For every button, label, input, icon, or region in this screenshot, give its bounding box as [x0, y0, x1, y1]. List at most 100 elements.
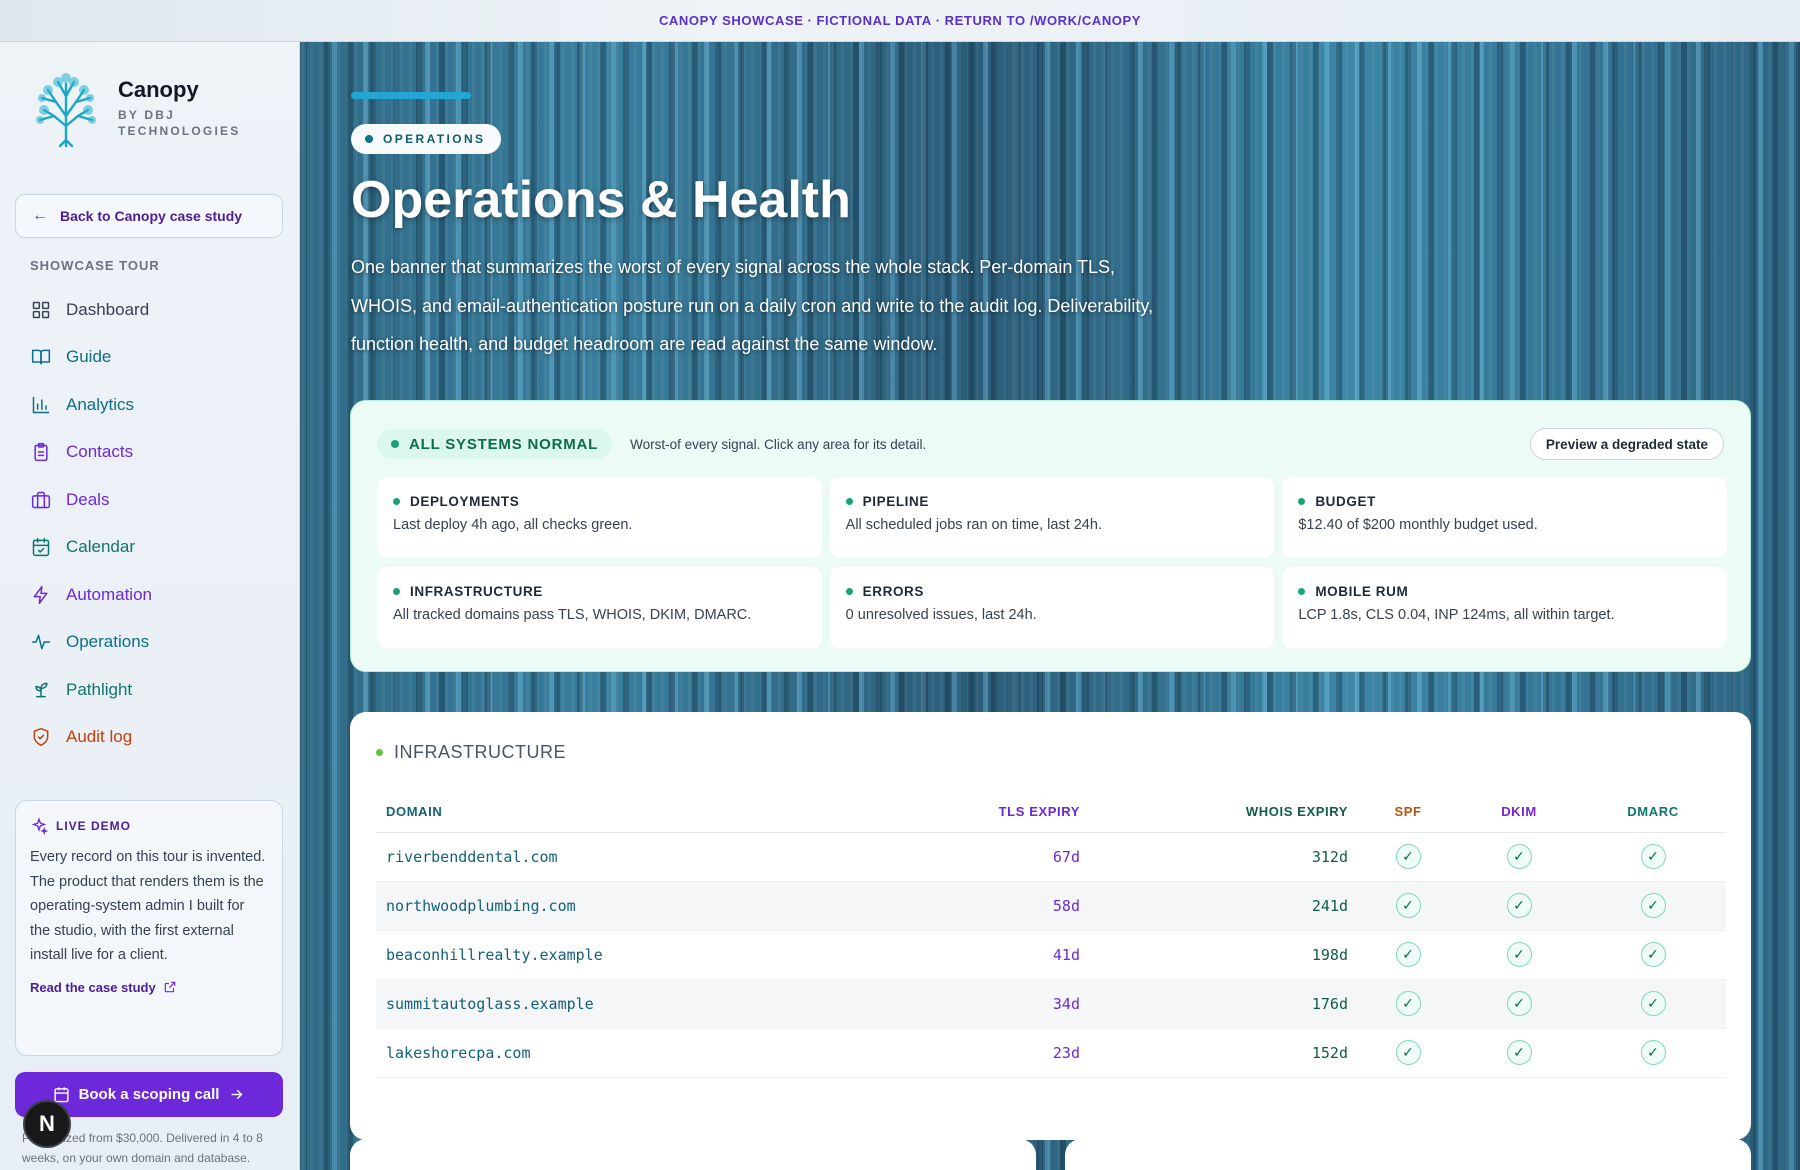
table-row[interactable]: summitautoglass.example 34d 176d ✓ ✓ ✓ — [376, 979, 1726, 1029]
read-case-study-link[interactable]: Read the case study — [30, 980, 268, 995]
tls-cell: 58d — [896, 881, 1090, 931]
domains-table: DOMAIN TLS EXPIRY WHOIS EXPIRY SPF DKIM … — [376, 792, 1726, 1078]
sidebar-item-dashboard[interactable]: Dashboard — [18, 286, 288, 334]
col-domain[interactable]: DOMAIN — [376, 792, 896, 833]
sidebar-item-label: Calendar — [66, 537, 135, 557]
clipboard-icon — [30, 441, 52, 463]
col-dmarc[interactable]: DMARC — [1580, 792, 1726, 833]
sidebar-item-pathlight[interactable]: Pathlight — [18, 666, 288, 714]
sidebar: Canopy BY DBJ TECHNOLOGIES ← Back to Can… — [0, 42, 300, 1170]
table-row[interactable]: lakeshorecpa.com 23d 152d ✓ ✓ ✓ — [376, 1028, 1726, 1078]
live-demo-title: LIVE DEMO — [56, 819, 132, 833]
sidebar-item-contacts[interactable]: Contacts — [18, 429, 288, 477]
sidebar-item-label: Guide — [66, 347, 112, 367]
domain-cell[interactable]: northwoodplumbing.com — [376, 881, 896, 931]
spf-cell: ✓ — [1358, 979, 1458, 1029]
live-demo-header: LIVE DEMO — [30, 817, 268, 835]
sidebar-item-audit-log[interactable]: Audit log — [18, 714, 288, 762]
check-icon: ✓ — [1506, 893, 1532, 918]
status-banner: ALL SYSTEMS NORMAL Worst-of every signal… — [350, 400, 1751, 672]
check-icon: ✓ — [1395, 1040, 1421, 1065]
sidebar-item-deals[interactable]: Deals — [18, 476, 288, 524]
tile-text: $12.40 of $200 monthly budget used. — [1298, 517, 1538, 533]
sidebar-item-calendar[interactable]: Calendar — [18, 524, 288, 572]
table-row[interactable]: riverbenddental.com 67d 312d ✓ ✓ ✓ — [376, 832, 1726, 882]
live-demo-body: Every record on this tour is invented. T… — [30, 849, 266, 963]
table-row[interactable]: northwoodplumbing.com 58d 241d ✓ ✓ ✓ — [376, 881, 1726, 931]
banner-return-link[interactable]: RETURN TO /WORK/CANOPY — [945, 13, 1141, 28]
tile-pipeline[interactable]: PIPELINE All scheduled jobs ran on time,… — [829, 477, 1275, 558]
lower-panel-right — [1065, 1139, 1751, 1170]
lightning-icon — [30, 584, 52, 606]
infrastructure-panel: INFRASTRUCTURE DOMAIN TLS EXPIRY WHOIS E… — [350, 712, 1751, 1140]
sidebar-item-label: Contacts — [66, 442, 134, 462]
brand-sub-line: TECHNOLOGIES — [118, 124, 241, 138]
status-badge: ALL SYSTEMS NORMAL — [377, 429, 613, 459]
showcase-banner[interactable]: CANOPY SHOWCASE · FICTIONAL DATA · RETUR… — [0, 0, 1800, 42]
sidebar-item-label: Automation — [66, 584, 152, 604]
sidebar-item-automation[interactable]: Automation — [18, 571, 288, 619]
sidebar-item-operations[interactable]: Operations — [18, 619, 288, 667]
page-title: Operations & Health — [351, 171, 851, 229]
tile-text: All scheduled jobs ran on time, last 24h… — [845, 517, 1102, 533]
lower-panel-left — [350, 1139, 1036, 1170]
pulse-icon — [30, 631, 52, 653]
tile-title-label: BUDGET — [1315, 494, 1376, 509]
arrow-left-icon: ← — [32, 207, 48, 224]
tile-title: INFRASTRUCTURE — [393, 584, 806, 599]
check-icon: ✓ — [1395, 991, 1421, 1016]
pill-dot — [365, 135, 373, 143]
col-dkim[interactable]: DKIM — [1458, 792, 1580, 833]
domain-cell[interactable]: lakeshorecpa.com — [376, 1028, 896, 1078]
tile-errors[interactable]: ERRORS 0 unresolved issues, last 24h. — [829, 567, 1275, 648]
tile-title-label: MOBILE RUM — [1315, 584, 1409, 599]
brand-sub-line: BY DBJ — [118, 108, 175, 122]
tile-deployments[interactable]: DEPLOYMENTS Last deploy 4h ago, all chec… — [377, 477, 822, 558]
accent-line — [351, 92, 471, 99]
dkim-cell: ✓ — [1458, 979, 1580, 1029]
domain-cell[interactable]: beaconhillrealty.example — [376, 930, 896, 980]
banner-separator: · — [935, 13, 941, 28]
page-lead: One banner that summarizes the worst of … — [351, 257, 1154, 354]
col-spf[interactable]: SPF — [1358, 792, 1458, 833]
sidebar-item-analytics[interactable]: Analytics — [18, 381, 288, 429]
sidebar-item-label: Audit log — [66, 727, 133, 747]
section-pill-label: OPERATIONS — [383, 132, 486, 146]
status-dot — [393, 588, 400, 595]
briefcase-icon — [30, 489, 52, 511]
check-icon: ✓ — [1395, 893, 1421, 918]
tile-title-label: ERRORS — [862, 584, 925, 599]
domain-cell[interactable]: riverbenddental.com — [376, 832, 896, 882]
col-tls-expiry[interactable]: TLS EXPIRY — [896, 792, 1090, 833]
showcase-tour-label: SHOWCASE TOUR — [30, 258, 160, 273]
tile-title: ERRORS — [845, 584, 1259, 599]
col-whois-expiry[interactable]: WHOIS EXPIRY — [1090, 792, 1358, 833]
status-dot — [1298, 588, 1306, 595]
tile-title: PIPELINE — [845, 494, 1259, 509]
tile-mobile-rum[interactable]: MOBILE RUM LCP 1.8s, CLS 0.04, INP 124ms… — [1282, 567, 1727, 648]
banner-showcase: CANOPY SHOWCASE — [658, 13, 804, 28]
tile-budget[interactable]: BUDGET $12.40 of $200 monthly budget use… — [1282, 477, 1727, 558]
table-row[interactable]: beaconhillrealty.example 41d 198d ✓ ✓ ✓ — [376, 930, 1726, 980]
back-to-case-study-button[interactable]: ← Back to Canopy case study — [15, 194, 283, 238]
calendar-icon — [30, 536, 52, 558]
domain-cell[interactable]: summitautoglass.example — [376, 979, 896, 1029]
tile-title: BUDGET — [1298, 494, 1711, 509]
tile-text: LCP 1.8s, CLS 0.04, INP 124ms, all withi… — [1298, 607, 1615, 623]
status-dot — [845, 588, 853, 595]
tile-infrastructure[interactable]: INFRASTRUCTURE All tracked domains pass … — [377, 567, 822, 648]
tile-title-label: INFRASTRUCTURE — [410, 584, 543, 599]
whois-cell: 241d — [1090, 881, 1358, 931]
sidebar-nav: Dashboard Guide Analytics Contacts Deals… — [18, 286, 288, 761]
dkim-cell: ✓ — [1458, 930, 1580, 980]
preview-degraded-button[interactable]: Preview a degraded state — [1529, 428, 1724, 460]
check-icon: ✓ — [1640, 991, 1666, 1016]
brand[interactable]: Canopy BY DBJ TECHNOLOGIES — [24, 66, 240, 150]
read-case-study-label: Read the case study — [30, 979, 156, 995]
check-icon: ✓ — [1640, 1040, 1666, 1065]
brand-sub: BY DBJ TECHNOLOGIES — [118, 107, 240, 139]
sidebar-item-guide[interactable]: Guide — [18, 334, 288, 382]
tls-cell: 41d — [896, 930, 1090, 980]
status-dot — [391, 440, 399, 448]
avatar[interactable]: N — [23, 1100, 71, 1148]
